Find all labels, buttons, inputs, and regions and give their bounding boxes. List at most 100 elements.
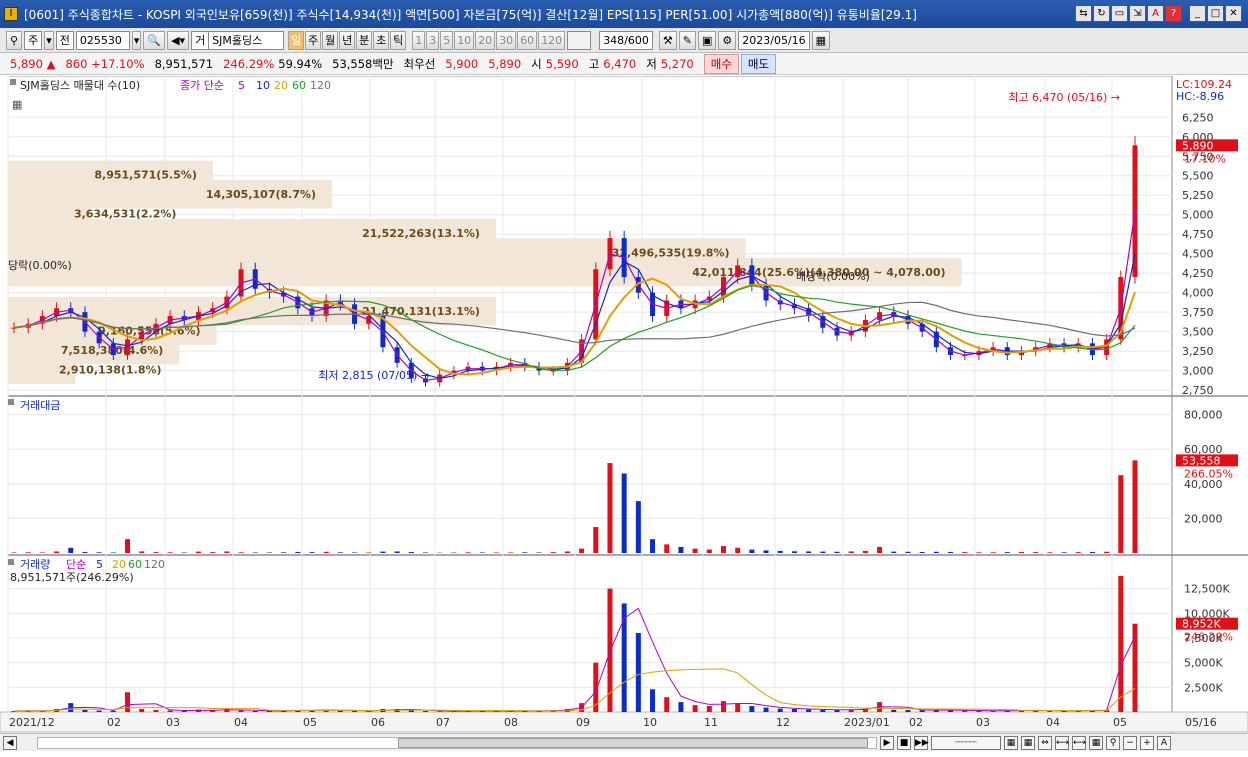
gear-icon[interactable]: ⚙ <box>718 30 737 50</box>
grid3-icon[interactable]: ▦ <box>1089 735 1103 750</box>
compress-icon[interactable]: ⇔ <box>1038 735 1052 750</box>
interval-tab-5[interactable]: 30 <box>496 30 517 50</box>
zoom-out-icon[interactable]: − <box>1123 735 1137 750</box>
amount-bar <box>607 463 613 553</box>
stock-name: SJM홀딩스 <box>208 30 285 50</box>
amount-bar <box>862 550 868 553</box>
high-label: 고 <box>588 56 600 71</box>
chevron-down-icon[interactable]: ▾ <box>131 30 142 50</box>
play-fast-icon[interactable]: ▶▶ <box>914 735 929 750</box>
amount-bar <box>181 552 187 553</box>
volume-bar <box>167 710 173 712</box>
period-tab-5[interactable]: 초 <box>373 30 390 50</box>
amount-bar <box>252 552 258 553</box>
low-label: 저 <box>646 56 657 71</box>
amount-bar <box>749 549 755 553</box>
window-controls: ⇆ ↻ ▭ ⇲ A ? _ □ ✕ <box>1075 5 1242 22</box>
volume-bar <box>834 710 840 712</box>
search-icon[interactable]: 🔍 <box>143 30 166 50</box>
y-tick-label: 2,750 <box>1182 384 1214 397</box>
scroll-track[interactable] <box>37 736 877 749</box>
x-tick-label: 02 <box>909 716 923 729</box>
market-select[interactable]: 주 <box>24 30 43 50</box>
sell-button[interactable]: 매도 <box>740 53 777 74</box>
price-change: 860 +17.10% <box>65 56 145 71</box>
y-tick-label: 4,500 <box>1182 248 1214 261</box>
stop-icon[interactable]: ■ <box>897 735 911 750</box>
minimize-icon[interactable]: _ <box>1189 5 1206 22</box>
x-tick-label: 03 <box>166 716 180 729</box>
x-tick-label: 2023/01 <box>844 716 890 729</box>
open-price: 5,590 <box>545 56 579 71</box>
magnifier-icon[interactable]: ⚲ <box>1106 735 1120 750</box>
type-prefix: 거 <box>191 30 209 50</box>
grid2-icon[interactable]: ▦ <box>1021 735 1035 750</box>
ruler2-icon[interactable]: ⟷ <box>1072 735 1086 750</box>
amount-bar <box>394 551 400 553</box>
volume-rate: 246.29% <box>223 56 275 71</box>
period-tab-3[interactable]: 년 <box>339 30 356 50</box>
hc-label: HC:-8.96 <box>1176 90 1224 103</box>
volume-profile-label: 14,305,107(8.7%) <box>206 188 316 201</box>
interval-tab-7[interactable]: 120 <box>538 30 566 50</box>
period-tab-1[interactable]: 주 <box>305 30 322 50</box>
amount-bar <box>664 544 670 553</box>
amount-bar <box>791 551 797 553</box>
volume-bar <box>891 709 897 712</box>
legend-ma-period: 20 <box>112 558 126 571</box>
interval-tabs: 1 3 5 10 20 30 60 120 <box>412 30 566 50</box>
period-tab-2[interactable]: 월 <box>322 30 339 50</box>
tool-icon[interactable]: ⚒ <box>658 30 677 50</box>
sync-icon[interactable]: ↻ <box>1093 5 1110 22</box>
stock-chart[interactable]: 2021/12 02 03 04 05 06 07 08 09 10 11 12 2023/01 02 03… <box>0 76 1248 733</box>
interval-tab-2[interactable]: 5 <box>440 30 454 50</box>
maximize-icon[interactable]: □ <box>1207 5 1224 22</box>
legend-ma-period: 20 <box>274 79 288 92</box>
prefix-select[interactable]: 전 <box>55 30 74 50</box>
zoom-slider-icon[interactable]: ┈┈┈┈ <box>931 735 1001 750</box>
interval-tab-3[interactable]: 10 <box>454 30 475 50</box>
volume: 8,951,571 <box>154 56 214 71</box>
zoom-in-icon[interactable]: + <box>1140 735 1154 750</box>
link-icon[interactable]: ⇆ <box>1075 5 1092 22</box>
speaker-icon[interactable]: ◀▾ <box>167 30 190 50</box>
close-icon[interactable]: ✕ <box>1225 5 1242 22</box>
font-icon[interactable]: A <box>1147 5 1164 22</box>
scroll-left-icon[interactable]: ◀ <box>3 735 17 750</box>
export-icon[interactable]: ⇲ <box>1129 5 1146 22</box>
interval-tab-4[interactable]: 20 <box>475 30 496 50</box>
x-tick-label: 04 <box>1046 716 1060 729</box>
period-tab-0[interactable]: 일 <box>288 30 305 50</box>
interval-tab-0[interactable]: 1 <box>412 30 426 50</box>
save-icon[interactable]: ▣ <box>697 30 717 50</box>
calendar-icon[interactable]: ▦ <box>811 30 831 50</box>
ruler-icon[interactable]: ⟷ <box>1055 735 1069 750</box>
font-size-icon[interactable]: A <box>1157 735 1171 750</box>
pin-icon[interactable]: ⚲ <box>6 30 23 50</box>
date-input[interactable]: 2023/05/16 <box>738 30 810 50</box>
event-annotation: 당락(0.00%) <box>8 259 72 272</box>
interval-input[interactable] <box>567 30 592 50</box>
chevron-down-icon[interactable]: ▾ <box>44 30 54 50</box>
period-tab-4[interactable]: 분 <box>356 30 373 50</box>
x-tick-label: 02 <box>107 716 121 729</box>
scroll-thumb[interactable] <box>398 737 868 748</box>
period-tab-6[interactable]: 틱 <box>390 30 407 50</box>
amount-bar <box>25 552 31 553</box>
buy-button[interactable]: 매수 <box>703 53 739 74</box>
window-icon[interactable]: ▭ <box>1111 5 1128 22</box>
code-input[interactable]: 025530 <box>75 30 130 50</box>
volume-bar <box>664 697 670 712</box>
help-icon[interactable]: ? <box>1165 5 1182 22</box>
amount-bar <box>508 552 514 553</box>
scroll-right-icon[interactable]: ▶ <box>880 735 894 750</box>
volume-bar <box>82 710 88 712</box>
grid-icon[interactable]: ▦ <box>1004 735 1018 750</box>
draw-icon[interactable]: ✎ <box>678 30 696 50</box>
count-input[interactable]: 348/600 <box>599 30 653 50</box>
amount-bar <box>877 546 883 553</box>
grid-icon: ▦ <box>12 98 22 111</box>
volume-bar <box>96 710 102 712</box>
interval-tab-6[interactable]: 60 <box>517 30 538 50</box>
interval-tab-1[interactable]: 3 <box>426 30 440 50</box>
